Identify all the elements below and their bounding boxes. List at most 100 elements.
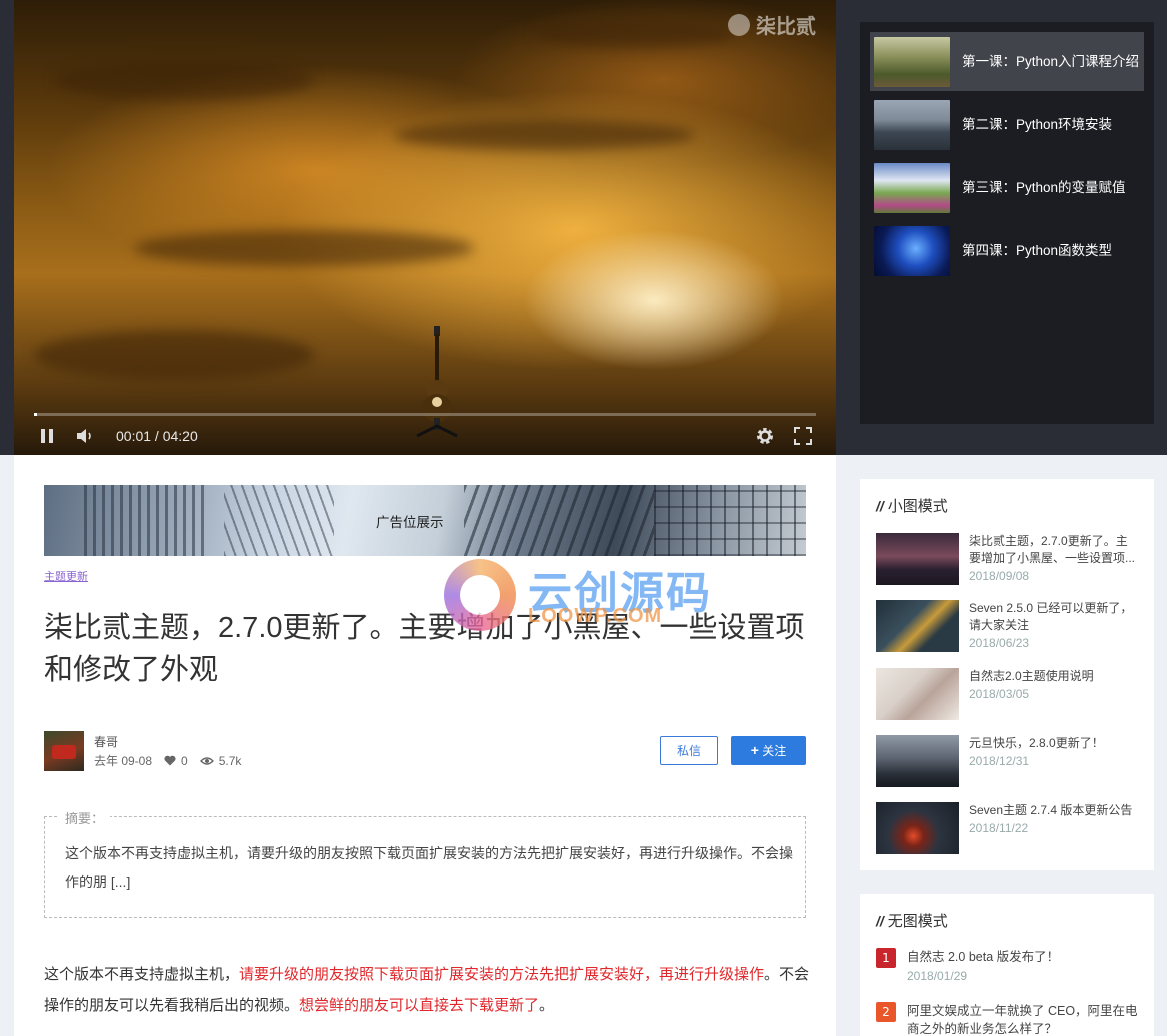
playlist-item-title: 第四课：Python函数类型 (962, 243, 1113, 258)
playlist-item-title: 第三课：Python的变量赋值 (962, 180, 1126, 195)
video-progress-bar[interactable] (34, 413, 816, 416)
article-meta: 去年 09-08 0 5.7k (94, 752, 241, 769)
video-frame-detail (134, 230, 474, 266)
volume-icon (77, 429, 91, 443)
post-thumbnail (876, 735, 959, 787)
post-title: 自然志 2.0 beta 版发布了！ (907, 950, 1060, 964)
video-watermark: 柒比贰 (728, 10, 816, 39)
video-frame-detail (534, 20, 734, 48)
avatar[interactable] (44, 731, 84, 771)
category-tag[interactable]: 主题更新 (44, 568, 88, 584)
sidebar-post-item[interactable]: 自然志2.0主题使用说明 2018/03/05 (876, 668, 1138, 720)
post-date: 2018/11/22 (969, 821, 1029, 835)
follow-button[interactable]: + 关注 (731, 736, 806, 765)
video-frame-detail (34, 330, 314, 380)
fullscreen-icon (794, 427, 812, 445)
body-text-segment: 这个版本不再支持虚拟主机， (44, 966, 240, 983)
private-message-button[interactable]: 私信 (660, 736, 718, 765)
heading-bars-icon: // (876, 497, 884, 514)
widget-heading-text: 无图模式 (887, 913, 948, 930)
playlist-thumbnail (874, 36, 950, 87)
playlist-item-title: 第二课：Python环境安装 (962, 117, 1113, 132)
author-bar: 春哥 去年 09-08 0 5.7k 私信 + 关注 (44, 731, 806, 771)
post-thumbnail (876, 600, 959, 652)
post-thumbnail (876, 668, 959, 720)
sidebar-post-item[interactable]: Seven主题 2.7.4 版本更新公告 2018/11/22 (876, 802, 1138, 854)
video-controls: 00:01 / 04:20 (14, 417, 836, 455)
post-date: 2018/06/23 (969, 636, 1030, 650)
like-count[interactable]: 0 (164, 754, 188, 768)
video-frame-detail (394, 120, 694, 150)
playlist-item[interactable]: 第四课：Python函数类型 (870, 221, 1144, 280)
no-image-widget: // 无图模式 1 自然志 2.0 beta 版发布了！ 2018/01/29 … (860, 894, 1154, 1036)
article-summary: 摘要： 这个版本不再支持虚拟主机，请要升级的朋友按照下载页面扩展安装的方法先把扩… (44, 808, 806, 918)
playlist-thumbnail (874, 99, 950, 150)
eye-icon (199, 756, 214, 765)
small-image-widget: // 小图模式 柒比贰主题，2.7.0更新了。主要增加了小黑屋、一些设置项...… (860, 479, 1154, 870)
sidebar-post-item[interactable]: 柒比贰主题，2.7.0更新了。主要增加了小黑屋、一些设置项... 2018/09… (876, 533, 1138, 585)
volume-button[interactable] (72, 423, 98, 449)
brand-logo-icon (728, 13, 750, 36)
post-title: Seven主题 2.7.4 版本更新公告 (969, 803, 1133, 817)
post-title: 自然志2.0主题使用说明 (969, 669, 1094, 683)
heading-bars-icon: // (876, 912, 884, 929)
playlist-item[interactable]: 第一课：Python入门课程介绍 (870, 32, 1144, 91)
fullscreen-button[interactable] (790, 423, 816, 449)
post-thumbnail (876, 802, 959, 854)
playlist-item-title: 第一课：Python入门课程介绍 (962, 54, 1140, 69)
ad-text: 广告位展示 (376, 515, 444, 530)
post-date: 2018/03/05 (969, 687, 1030, 701)
playlist-thumbnail (874, 225, 950, 276)
post-date: 2018/09/08 (969, 569, 1030, 583)
widget-heading: // 无图模式 (876, 910, 1138, 931)
watermark-text: 柒比贰 (756, 14, 816, 38)
body-highlight-text: 想尝鲜的朋友可以直接去下载更新了 (299, 997, 540, 1014)
post-date: 去年 09-08 (94, 754, 153, 768)
summary-label: 摘要： (59, 808, 111, 827)
video-playlist: 第一课：Python入门课程介绍 第二课：Python环境安装 第三课：Pyth… (860, 22, 1154, 424)
post-date: 2018/12/31 (969, 754, 1030, 768)
rank-badge: 2 (876, 1002, 896, 1022)
playlist-item[interactable]: 第三课：Python的变量赋值 (870, 158, 1144, 217)
video-progress-fill (34, 413, 38, 416)
post-title: 元旦快乐，2.8.0更新了！ (969, 736, 1104, 750)
article-main: 广告位展示 主题更新 柒比贰主题，2.7.0更新了。主要增加了小黑屋、一些设置项… (14, 455, 836, 1036)
article-title: 柒比贰主题，2.7.0更新了。主要增加了小黑屋、一些设置项和修改了外观 (44, 612, 805, 686)
ad-image-detail (654, 485, 806, 556)
post-title: 阿里文娱成立一年就换了 CEO，阿里在电商之外的新业务怎么样了？ (907, 1004, 1138, 1036)
view-count-value: 5.7k (218, 753, 242, 768)
pause-button[interactable] (34, 423, 60, 449)
settings-button[interactable] (752, 423, 778, 449)
ad-image-detail (464, 485, 654, 556)
sidebar-post-item[interactable]: 元旦快乐，2.8.0更新了！ 2018/12/31 (876, 735, 1138, 787)
post-title: 柒比贰主题，2.7.0更新了。主要增加了小黑屋、一些设置项... (969, 534, 1136, 565)
widget-heading-text: 小图模式 (887, 498, 948, 515)
plus-icon: + (750, 742, 759, 758)
sidebar-post-item[interactable]: Seven 2.5.0 已经可以更新了，请大家关注 2018/06/23 (876, 600, 1138, 652)
summary-text: 这个版本不再支持虚拟主机，请要升级的朋友按照下载页面扩展安装的方法先把扩展安装好… (65, 845, 793, 890)
video-frame-detail (54, 60, 314, 100)
video-time: 00:01 / 04:20 (116, 428, 198, 444)
ranked-post-item[interactable]: 2 阿里文娱成立一年就换了 CEO，阿里在电商之外的新业务怎么样了？ (876, 1002, 1138, 1036)
post-date: 2018/01/29 (907, 969, 968, 983)
article-body: 这个版本不再支持虚拟主机，请要升级的朋友按照下载页面扩展安装的方法先把扩展安装好… (44, 959, 812, 1021)
ad-image-detail (224, 485, 334, 556)
ad-banner[interactable]: 广告位展示 (44, 485, 806, 556)
follow-button-label: 关注 (762, 744, 787, 758)
pause-icon (41, 429, 53, 443)
author-name[interactable]: 春哥 (94, 733, 118, 750)
rank-badge: 1 (876, 948, 896, 968)
gear-icon (757, 428, 773, 444)
post-title: Seven 2.5.0 已经可以更新了，请大家关注 (969, 601, 1133, 632)
heart-icon (164, 755, 176, 766)
body-text-segment: 。 (539, 997, 555, 1014)
post-thumbnail (876, 533, 959, 585)
ad-image-detail (84, 485, 204, 556)
view-count: 5.7k (199, 753, 242, 768)
ranked-post-item[interactable]: 1 自然志 2.0 beta 版发布了！ 2018/01/29 (876, 948, 1138, 983)
video-player[interactable]: 柒比贰 00:01 / 04:20 (14, 0, 836, 455)
playlist-item[interactable]: 第二课：Python环境安装 (870, 95, 1144, 154)
body-highlight-text: 请要升级的朋友按照下载页面扩展安装的方法先把扩展安装好，再进行升级操作 (239, 966, 765, 983)
widget-heading: // 小图模式 (876, 495, 1138, 516)
playlist-thumbnail (874, 162, 950, 213)
